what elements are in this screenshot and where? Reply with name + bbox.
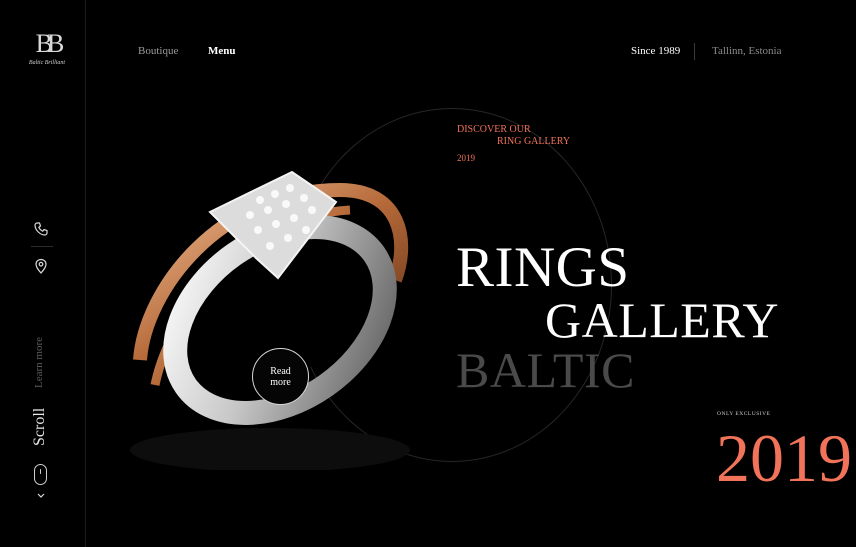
hero-title-rings: RINGS <box>456 236 630 299</box>
location-label: Tallinn, Estonia <box>712 45 782 57</box>
only-exclusive-label: ONLY EXCLUSIVE <box>717 411 771 417</box>
nav-menu[interactable]: Menu <box>208 45 236 57</box>
nav-boutique[interactable]: Boutique <box>138 45 178 57</box>
brand-logo[interactable]: BB Baltic Brilliant <box>24 30 70 76</box>
chevron-down-icon[interactable] <box>36 492 46 500</box>
learn-more-link[interactable]: Learn more <box>33 337 45 388</box>
read-more-button[interactable]: Read more <box>252 348 309 405</box>
sidebar-divider <box>31 246 53 247</box>
phone-icon[interactable] <box>33 221 49 237</box>
sidebar: BB Baltic Brilliant Learn more Scroll <box>0 0 86 547</box>
discover-line1: DISCOVER OUR <box>457 124 531 135</box>
since-label: Since 1989 <box>631 45 681 57</box>
discover-heading: DISCOVER OUR RING GALLERY <box>457 124 570 148</box>
location-pin-icon[interactable] <box>33 258 49 274</box>
hero-title-baltic: BALTIC <box>456 342 635 398</box>
exclusive-year: 2019 <box>716 420 852 496</box>
logo-monogram: BB <box>35 29 65 58</box>
read-more-label: Read more <box>270 365 291 388</box>
discover-line2: RING GALLERY <box>497 136 571 147</box>
discover-year: 2019 <box>457 153 475 163</box>
scroll-label: Scroll <box>31 407 48 446</box>
logo-wordmark: Baltic Brilliant <box>28 60 66 66</box>
hero-title-gallery: GALLERY <box>545 292 780 348</box>
ring-image <box>130 170 410 470</box>
mouse-icon[interactable] <box>34 464 47 485</box>
header-divider <box>694 43 695 60</box>
